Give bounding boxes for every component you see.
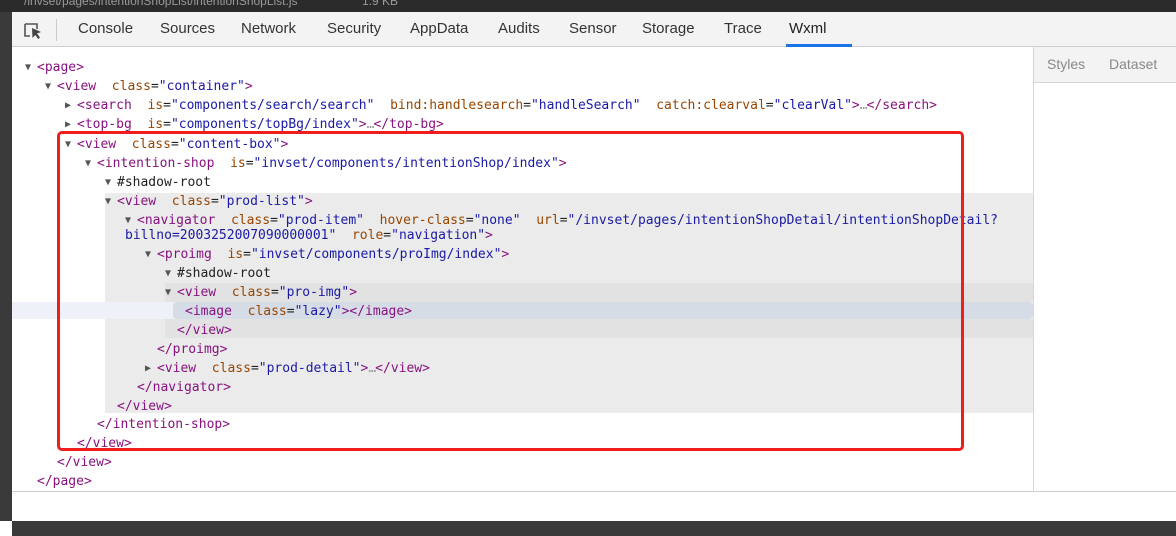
tab-security[interactable]: Security [327,12,381,47]
right-pane: Styles Dataset [1033,47,1176,492]
collapse-arrow-icon[interactable]: ▶ [145,359,151,378]
tree-node-prod-list[interactable]: <view class="prod-list"> [117,192,313,211]
tab-styles[interactable]: Styles [1047,47,1085,82]
tree-node-page-close[interactable]: </page> [37,472,92,491]
tree-node-navigator-cont: billno=2003252007090000001" role="naviga… [125,228,493,243]
collapse-arrow-icon[interactable]: ▶ [65,115,71,134]
left-gutter [0,12,12,521]
devtools-tab-bar: Console Sources Network Security AppData… [12,12,1176,47]
expand-arrow-icon[interactable]: ▼ [45,77,51,96]
bottom-bar [12,521,1176,536]
expand-arrow-icon[interactable]: ▼ [105,173,111,192]
tab-separator [56,19,57,41]
tree-node-pro-img[interactable]: <view class="pro-img"> [177,283,357,302]
tree-node-prod-detail[interactable]: <view class="prod-detail">…</view> [157,359,430,378]
tab-trace[interactable]: Trace [724,12,762,47]
tab-appdata[interactable]: AppData [410,12,468,47]
file-size: 1.9 KB [362,0,399,8]
tree-node-top-bg[interactable]: <top-bg is="components/topBg/index">…</t… [77,115,444,134]
tab-dataset[interactable]: Dataset [1109,47,1157,82]
wxml-tree: ▼ <page> ▼ <view class="container"> ▶ <s… [12,47,1033,492]
tree-node-prod-list-close[interactable]: </view> [117,397,172,416]
tree-node-page[interactable]: <page> [37,58,84,77]
expand-arrow-icon[interactable]: ▼ [105,192,111,211]
tree-node-content-box[interactable]: <view class="content-box"> [77,135,288,154]
title-bar: /invset/pages/intentionShopList/intentio… [0,0,1176,12]
tree-node-container-close[interactable]: </view> [57,453,112,472]
tree-node-intention-shop-close[interactable]: </intention-shop> [97,415,230,434]
tree-node-shadow-root-2[interactable]: #shadow-root [177,264,271,283]
right-pane-tabs: Styles Dataset [1034,47,1176,83]
tree-node-pro-img-close[interactable]: </view> [177,321,232,340]
tab-audits[interactable]: Audits [498,12,540,47]
tree-node-image[interactable]: <image class="lazy"></image> [185,302,412,321]
tab-sources[interactable]: Sources [160,12,215,47]
tree-node-view-container[interactable]: <view class="container"> [57,77,253,96]
divider [12,491,1176,492]
expand-arrow-icon[interactable]: ▼ [145,245,151,264]
tab-network[interactable]: Network [241,12,296,47]
tab-sensor[interactable]: Sensor [569,12,617,47]
tree-node-proimg[interactable]: <proimg is="invset/components/proImg/ind… [157,245,509,264]
tab-wxml[interactable]: Wxml [789,12,827,47]
inspect-element-icon[interactable] [23,22,43,40]
tree-node-intention-shop[interactable]: <intention-shop is="invset/components/in… [97,154,567,173]
collapse-arrow-icon[interactable]: ▶ [65,96,71,115]
tab-console[interactable]: Console [78,12,133,47]
tree-node-shadow-root[interactable]: #shadow-root [117,173,211,192]
tab-storage[interactable]: Storage [642,12,695,47]
tree-node-search[interactable]: <search is="components/search/search" bi… [77,96,937,115]
expand-arrow-icon[interactable]: ▼ [25,58,31,77]
tree-node-content-box-close[interactable]: </view> [77,434,132,453]
expand-arrow-icon[interactable]: ▼ [85,154,91,173]
expand-arrow-icon[interactable]: ▼ [65,135,71,154]
tree-node-navigator-close[interactable]: </navigator> [137,378,231,397]
file-path: /invset/pages/intentionShopList/intentio… [24,0,298,8]
expand-arrow-icon[interactable]: ▼ [165,264,171,283]
tree-node-proimg-close[interactable]: </proimg> [157,340,227,359]
expand-arrow-icon[interactable]: ▼ [165,283,171,302]
